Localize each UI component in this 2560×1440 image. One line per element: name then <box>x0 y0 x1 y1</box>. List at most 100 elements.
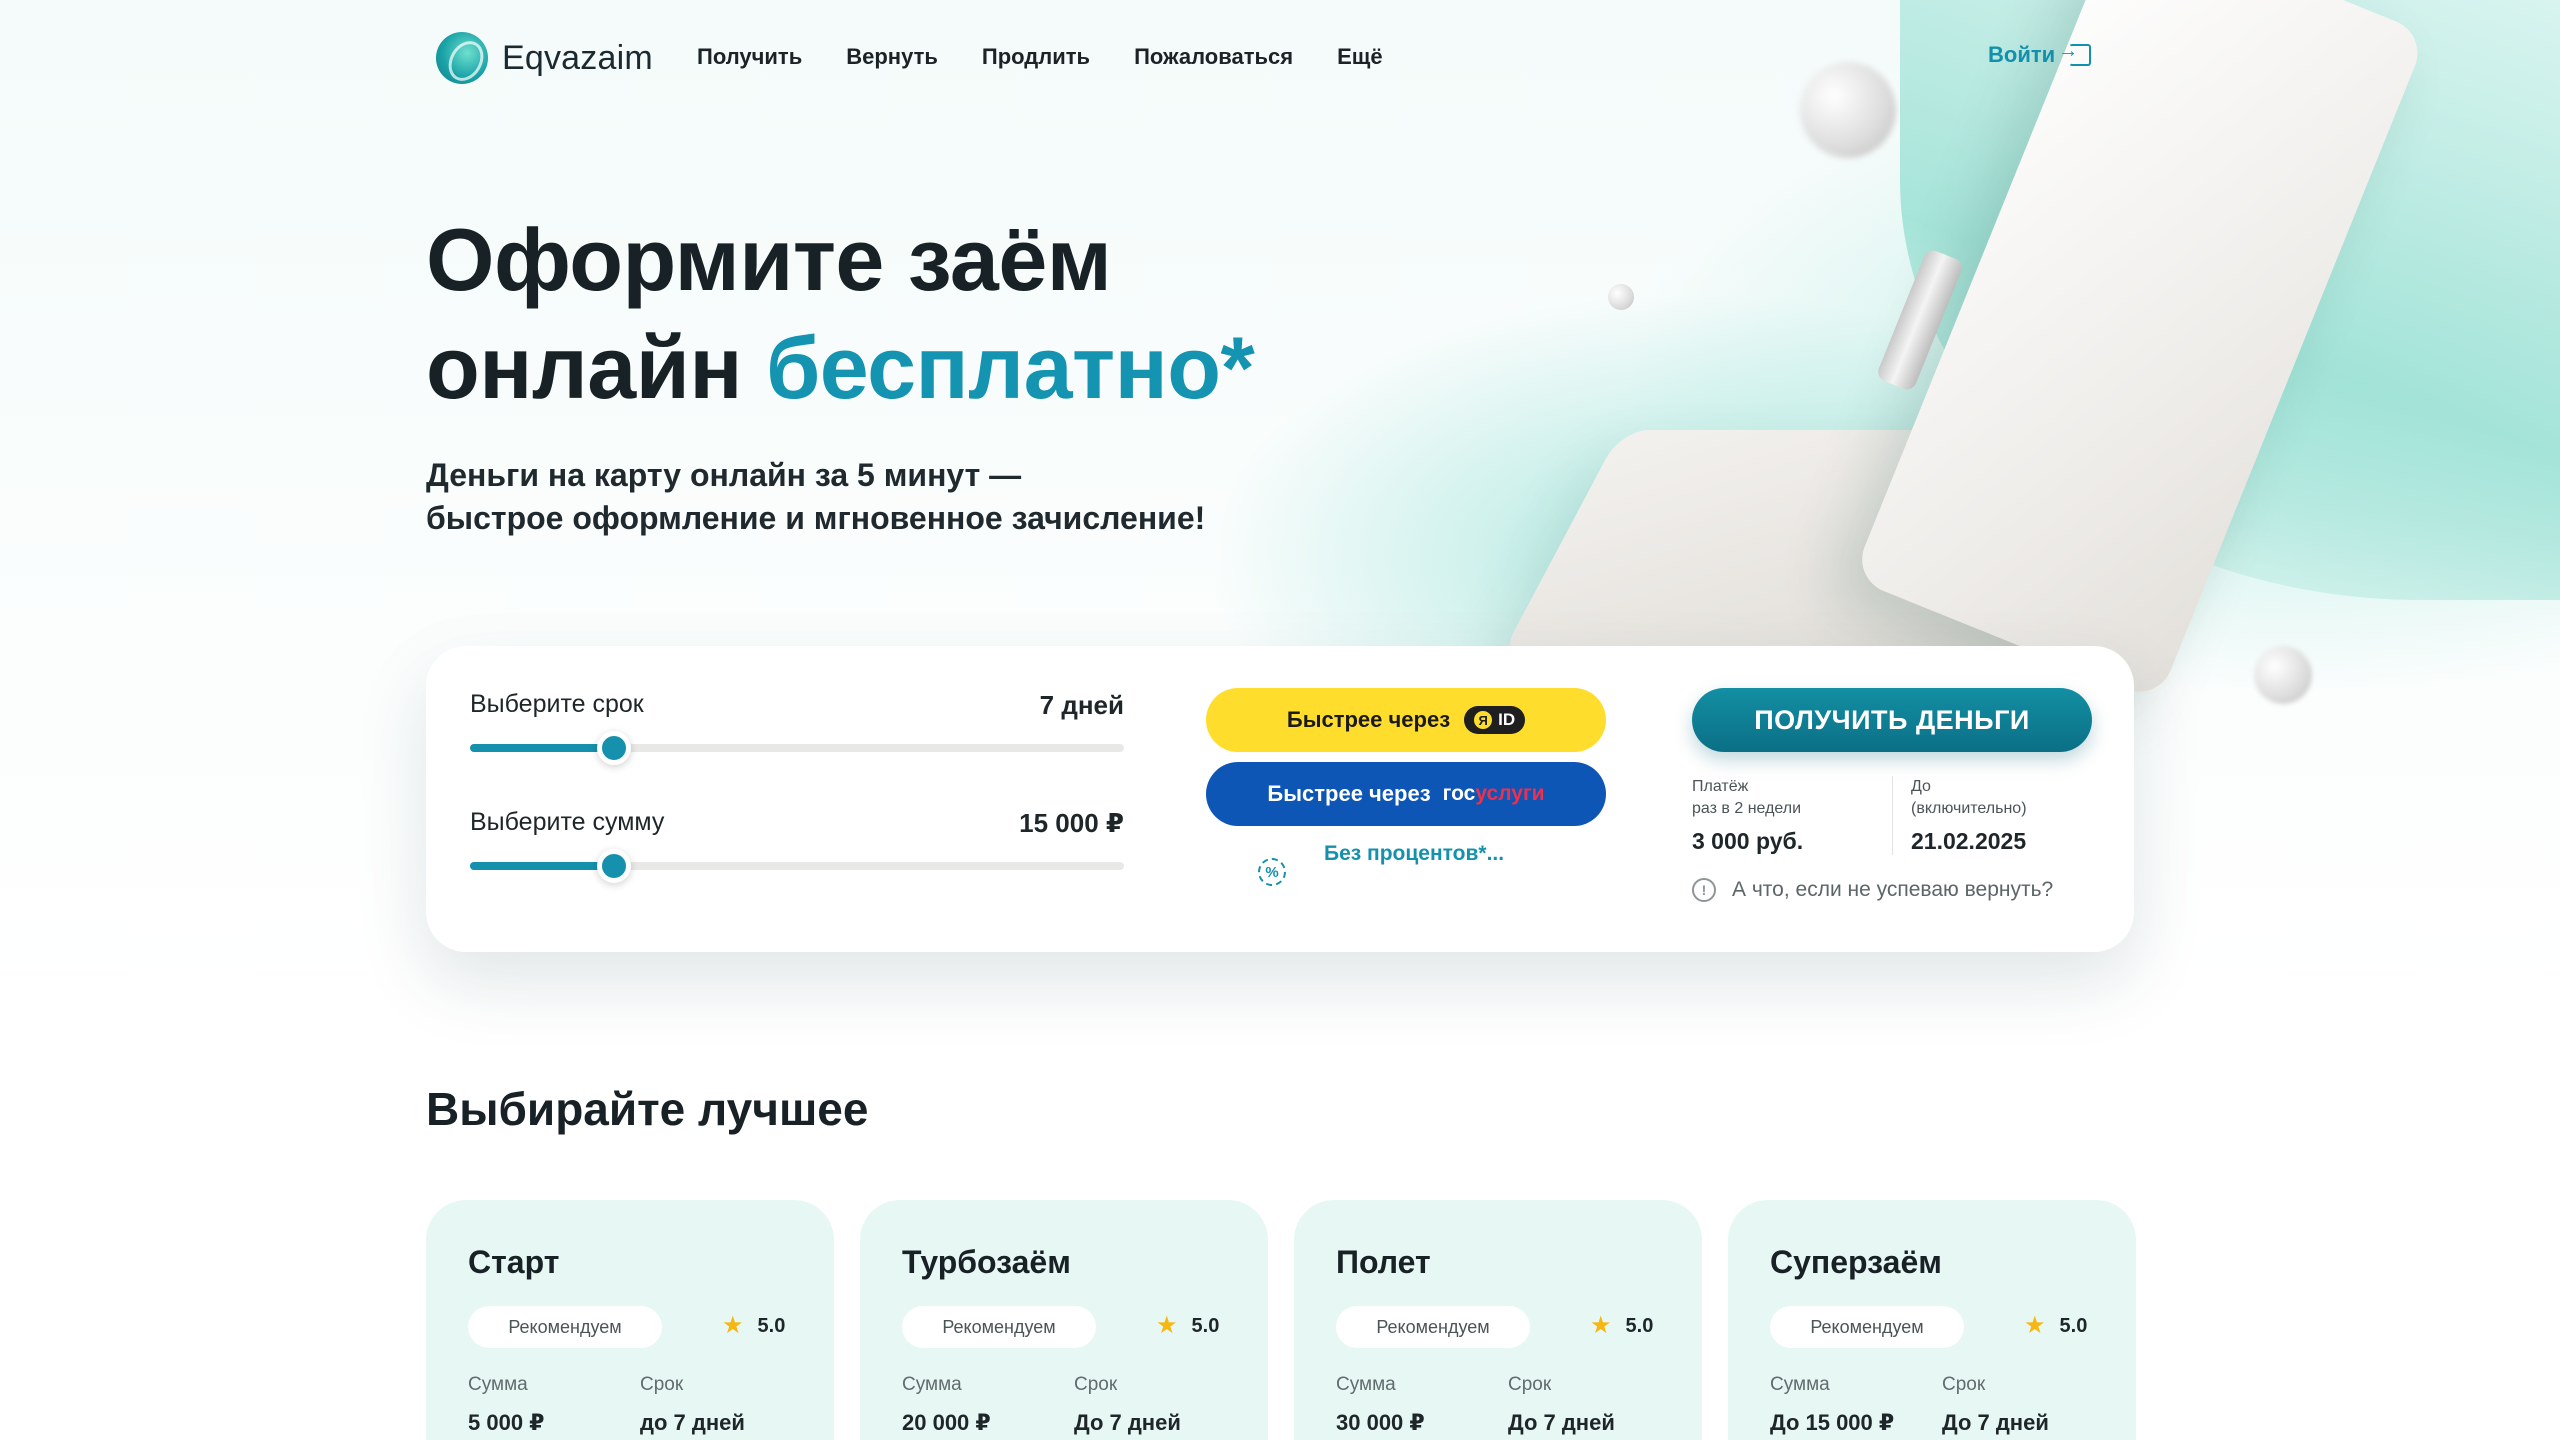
amount-slider[interactable] <box>470 849 1124 883</box>
offer-term: Срок До 7 дней <box>1508 1374 1615 1436</box>
offer-amount-label: Сумма <box>902 1374 962 1395</box>
login-label: Войти <box>1988 42 2056 67</box>
offer-amount-label: Сумма <box>1770 1374 1830 1395</box>
login-button[interactable]: Войти <box>1988 40 2092 68</box>
offer-term-value: До 7 дней <box>1074 1410 1181 1435</box>
offer-amount: Сумма До 15 000 ₽ <box>1770 1374 1894 1436</box>
offer-term-value: До 7 дней <box>1942 1410 2049 1435</box>
rating-value: 5.0 <box>1191 1314 1220 1337</box>
term-label: Выберите срок <box>470 690 644 718</box>
offer-amount-value: До 15 000 ₽ <box>1770 1410 1895 1435</box>
offer-card[interactable]: Полет Рекомендуем ★ 5.0 Сумма 30 000 ₽ С… <box>1294 1200 1702 1440</box>
term-selector: Выберите срок 7 дней <box>470 690 1124 765</box>
payment-info: Платёж раз в 2 недели 3 000 руб. <box>1692 776 1892 855</box>
nav-item-more[interactable]: Ещё <box>1337 44 1382 70</box>
offer-title: Суперзаём <box>1770 1244 1942 1280</box>
logo[interactable]: Eqvazaim <box>436 32 653 84</box>
due-label: До <box>1911 778 1931 795</box>
no-percent-link[interactable]: Без процентов*... <box>1324 842 1504 866</box>
offer-term-label: Срок <box>640 1374 684 1395</box>
due-label-inclusive: (включительно) <box>1911 800 2027 817</box>
nav-item-extend[interactable]: Продлить <box>982 44 1090 70</box>
payment-value: 3 000 руб. <box>1692 828 1804 854</box>
gosuslugi-logo: госуслуги <box>1443 782 1545 806</box>
offer-rating: ★ 5.0 <box>2024 1314 2087 1338</box>
offer-term-label: Срок <box>1074 1374 1118 1395</box>
offer-amount-value: 30 000 ₽ <box>1336 1410 1425 1435</box>
recommended-badge: Рекомендуем <box>1770 1306 1964 1348</box>
hero-subtitle-line1: Деньги на карту онлайн за 5 минут — <box>426 457 1022 493</box>
login-arrow-icon <box>2058 40 2092 66</box>
late-return-help-text: А что, если не успеваю вернуть? <box>1732 878 2054 901</box>
payment-period: раз в 2 недели <box>1692 800 1802 817</box>
offer-amount-value: 5 000 ₽ <box>468 1410 545 1435</box>
yandex-id-button[interactable]: Быстрее через Я ID <box>1206 688 1606 752</box>
rating-value: 5.0 <box>1625 1314 1654 1337</box>
offer-rating: ★ 5.0 <box>722 1314 785 1338</box>
offer-card[interactable]: Суперзаём Рекомендуем ★ 5.0 Сумма До 15 … <box>1728 1200 2136 1440</box>
offer-term: Срок До 7 дней <box>1074 1374 1181 1436</box>
main-nav: Получить Вернуть Продлить Пожаловаться Е… <box>697 44 1383 70</box>
gosuslugi-logo-part2: услуги <box>1475 782 1545 805</box>
logo-text: Eqvazaim <box>502 38 653 77</box>
offer-rating: ★ 5.0 <box>1590 1314 1653 1338</box>
offer-term: Срок До 7 дней <box>1942 1374 2049 1436</box>
term-value: 7 дней <box>1039 690 1124 720</box>
due-date-info: До (включительно) 21.02.2025 <box>1892 776 2092 855</box>
hero-title: Оформите заём онлайн бесплатно* <box>426 206 1426 422</box>
page: Eqvazaim Получить Вернуть Продлить Пожал… <box>0 0 2560 1440</box>
offer-amount-value: 20 000 ₽ <box>902 1410 991 1435</box>
eqvazaim-logo-icon <box>436 32 488 84</box>
offer-amount: Сумма 30 000 ₽ <box>1336 1374 1425 1436</box>
nav-item-return[interactable]: Вернуть <box>846 44 938 70</box>
amount-slider-thumb[interactable] <box>596 849 631 883</box>
late-return-help[interactable]: ! А что, если не успеваю вернуть? <box>1692 878 2053 902</box>
hero-title-line2: онлайн <box>426 318 766 417</box>
yandex-button-label: Быстрее через <box>1286 707 1451 732</box>
star-icon: ★ <box>1156 1312 1178 1339</box>
site-header: Eqvazaim Получить Вернуть Продлить Пожал… <box>0 0 2560 116</box>
yandex-logo-icon: Я <box>1474 711 1493 729</box>
term-slider-thumb[interactable] <box>596 731 631 765</box>
hero-title-line1: Оформите заём <box>426 210 1112 309</box>
amount-selector: Выберите сумму 15 000 ₽ <box>470 808 1124 883</box>
offer-term-label: Срок <box>1508 1374 1552 1395</box>
offer-title: Полет <box>1336 1244 1431 1280</box>
recommended-badge: Рекомендуем <box>468 1306 662 1348</box>
hero-subtitle: Деньги на карту онлайн за 5 минут — быст… <box>426 454 1326 540</box>
star-icon: ★ <box>2024 1312 2046 1339</box>
amount-slider-fill <box>470 862 614 870</box>
decor-ball <box>1608 284 1634 310</box>
rating-value: 5.0 <box>2059 1314 2088 1337</box>
star-icon: ★ <box>722 1312 744 1339</box>
offer-title: Турбозаём <box>902 1244 1071 1280</box>
recommended-badge: Рекомендуем <box>1336 1306 1530 1348</box>
gosuslugi-button-label: Быстрее через <box>1267 781 1431 806</box>
nav-item-get[interactable]: Получить <box>697 44 802 70</box>
get-money-button[interactable]: ПОЛУЧИТЬ ДЕНЬГИ <box>1692 688 2092 752</box>
offer-amount: Сумма 5 000 ₽ <box>468 1374 544 1436</box>
star-icon: ★ <box>1590 1312 1612 1339</box>
rating-value: 5.0 <box>757 1314 786 1337</box>
nav-item-complain[interactable]: Пожаловаться <box>1134 44 1293 70</box>
offer-term-value: до 7 дней <box>640 1410 745 1435</box>
offer-term: Срок до 7 дней <box>640 1374 745 1436</box>
offer-card[interactable]: Старт Рекомендуем ★ 5.0 Сумма 5 000 ₽ Ср… <box>426 1200 834 1440</box>
payment-label: Платёж <box>1692 778 1749 795</box>
offer-title: Старт <box>468 1244 560 1280</box>
hero-title-accent: бесплатно* <box>765 318 1255 417</box>
no-percent-offer: % Без процентов*... <box>1234 842 1594 902</box>
term-slider[interactable] <box>470 731 1124 765</box>
offer-amount-label: Сумма <box>468 1374 528 1395</box>
due-date-value: 21.02.2025 <box>1911 828 2027 854</box>
percent-badge-icon: % <box>1258 858 1286 886</box>
decor-ball <box>2254 646 2312 704</box>
gosuslugi-button[interactable]: Быстрее через госуслуги <box>1206 762 1606 826</box>
yandex-id-badge: Я ID <box>1464 706 1526 734</box>
offer-card[interactable]: Турбозаём Рекомендуем ★ 5.0 Сумма 20 000… <box>860 1200 1268 1440</box>
loan-calculator: Выберите срок 7 дней Выберите сумму 15 0… <box>426 646 2134 952</box>
offer-rating: ★ 5.0 <box>1156 1314 1219 1338</box>
offer-amount-label: Сумма <box>1336 1374 1396 1395</box>
amount-value: 15 000 ₽ <box>1019 808 1124 838</box>
offer-term-label: Срок <box>1942 1374 1986 1395</box>
